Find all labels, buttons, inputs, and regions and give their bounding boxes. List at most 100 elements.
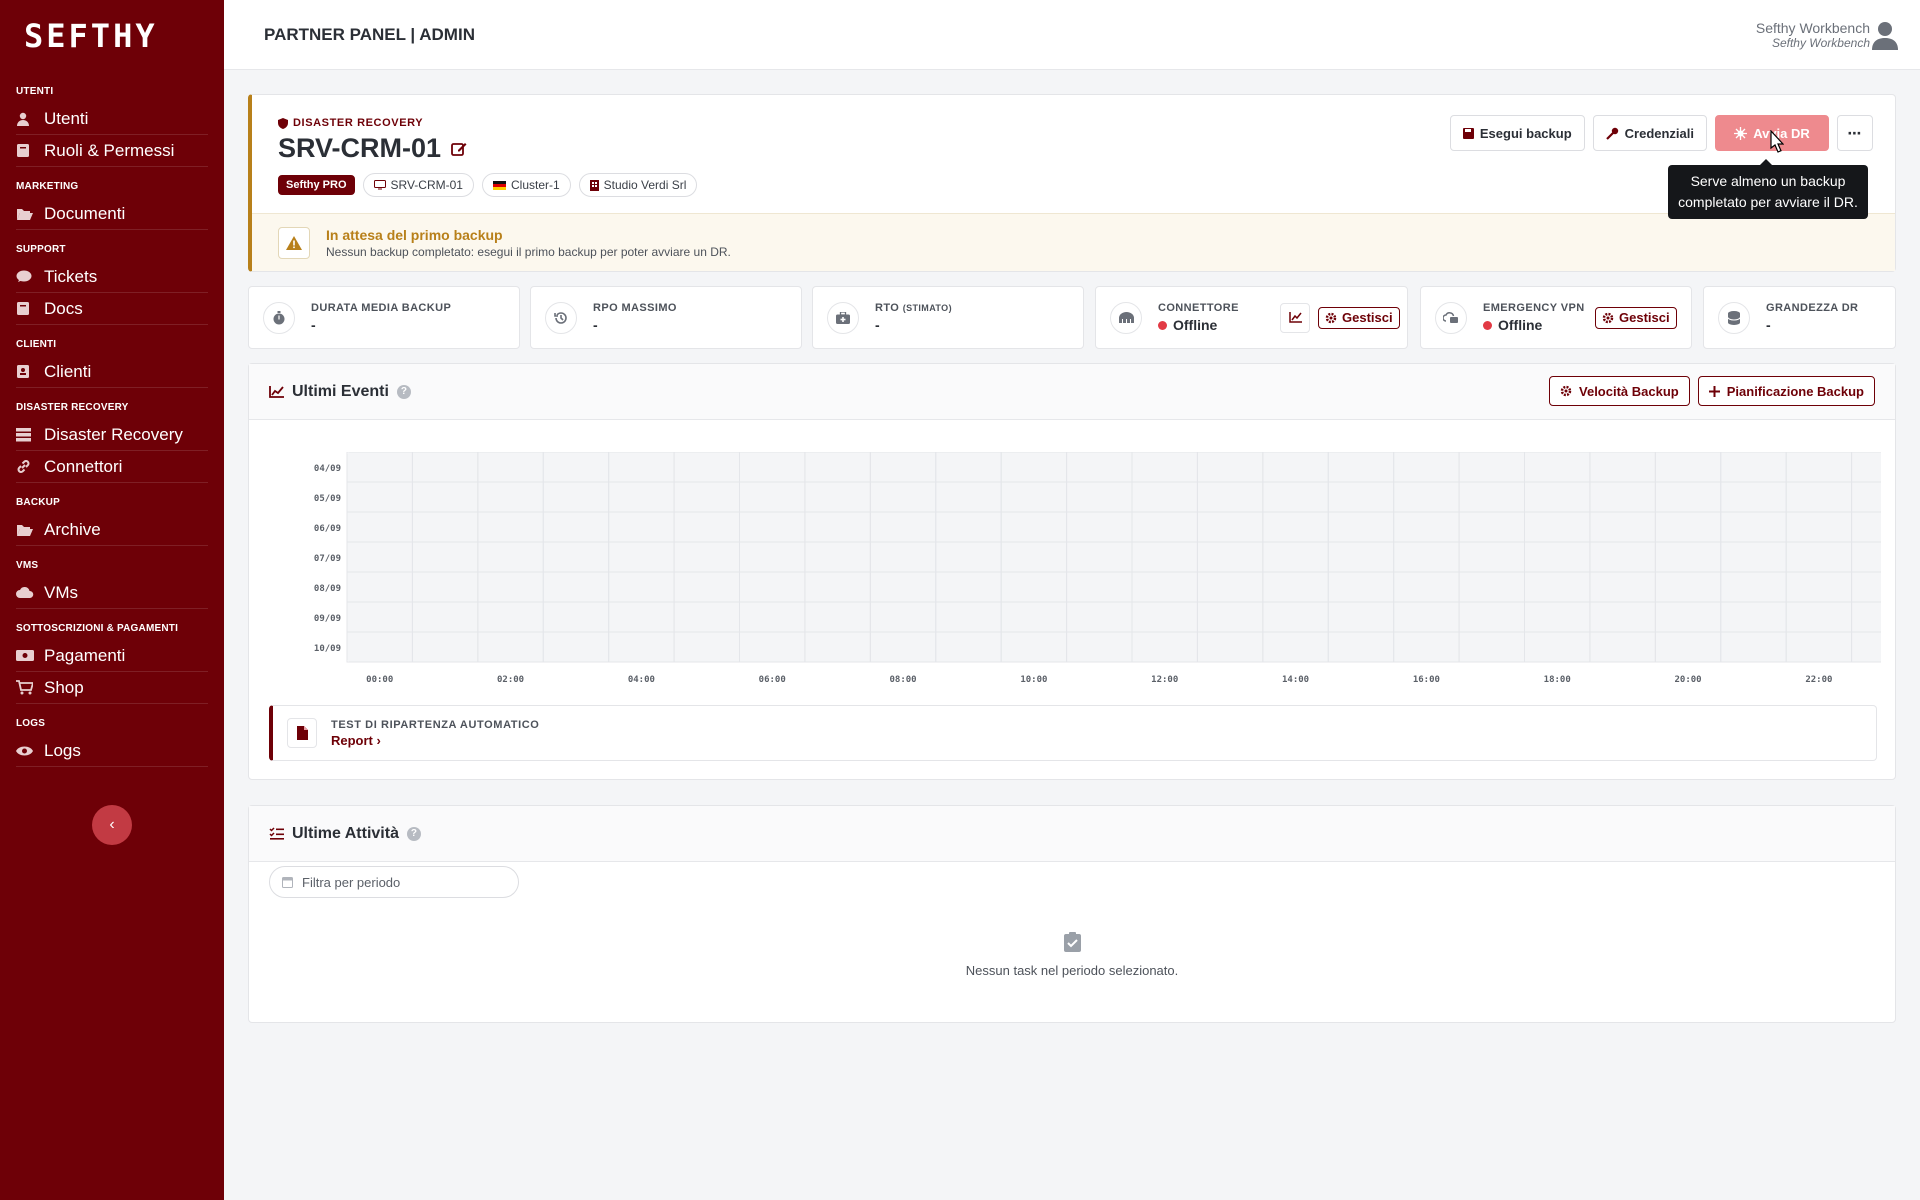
nav-section-title: UTENTI	[16, 86, 54, 97]
sidebar-item-label: Clienti	[44, 361, 92, 381]
sidebar-item-utenti[interactable]: Utenti	[16, 103, 208, 135]
vpn-manage-button[interactable]: Gestisci	[1595, 306, 1677, 329]
sidebar-item-archive[interactable]: Archive	[16, 514, 208, 546]
stat-rto-estimated: RTO (STIMATO) -	[812, 286, 1084, 349]
heatmap-x-tick-label: 12:00	[1151, 675, 1178, 685]
flag-de-icon	[492, 180, 506, 190]
stat-avg-backup-duration: DURATA MEDIA BACKUP -	[248, 286, 520, 349]
sidebar-item-disaster-recovery[interactable]: Disaster Recovery	[16, 419, 208, 451]
link-icon	[16, 459, 44, 474]
monitor-icon	[373, 180, 386, 190]
backup-speed-button[interactable]: Velocità Backup	[1549, 376, 1690, 406]
sidebar-item-label: Shop	[44, 677, 84, 697]
header-actions: Esegui backup Credenziali Avvia DR ⋯	[1449, 115, 1873, 151]
sidebar-item-pagamenti[interactable]: Pagamenti	[16, 640, 208, 672]
connector-chart-button[interactable]	[1280, 302, 1310, 333]
stat-label: EMERGENCY VPN	[1483, 302, 1585, 314]
sidebar-item-shop[interactable]: Shop	[16, 672, 208, 704]
events-title: Ultimi Eventi	[292, 382, 389, 400]
stat-emergency-vpn: EMERGENCY VPN Offline Gestisci	[1420, 286, 1692, 349]
mouse-cursor-icon	[1770, 130, 1784, 153]
money-icon	[16, 649, 44, 662]
key-icon	[1605, 127, 1618, 140]
sidebar-nav: UTENTI Utenti Ruoli & Permessi MARKETING…	[0, 72, 224, 767]
sidebar-item-logs[interactable]: Logs	[16, 735, 208, 767]
nav-section-title: SOTTOSCRIZIONI & PAGAMENTI	[16, 623, 179, 634]
edit-icon[interactable]	[451, 141, 467, 157]
sidebar-collapse-button[interactable]: ‹	[92, 805, 132, 845]
user-menu[interactable]: Sefthy Workbench Sefthy Workbench	[1756, 20, 1870, 50]
gear-icon	[1325, 312, 1337, 323]
sidebar-item-label: Documenti	[44, 203, 126, 223]
calendar-icon	[282, 877, 293, 888]
stat-label: RTO (STIMATO)	[875, 302, 952, 314]
more-options-button[interactable]: ⋯	[1837, 115, 1873, 151]
heatmap-x-tick-label: 06:00	[759, 675, 786, 685]
sidebar-item-clienti[interactable]: Clienti	[16, 356, 208, 388]
heatmap-x-tick-label: 00:00	[366, 675, 393, 685]
credentials-button[interactable]: Credenziali	[1592, 115, 1707, 151]
heatmap-y-tick-label: 06/09	[314, 524, 341, 534]
activities-header: Ultime Attività ?	[249, 806, 1895, 862]
building-icon	[589, 179, 599, 191]
period-filter-input[interactable]: Filtra per periodo	[269, 866, 519, 898]
activities-title: Ultime Attività	[292, 824, 399, 842]
sidebar-item-vms[interactable]: VMs	[16, 577, 208, 609]
folder-open-icon	[16, 523, 44, 537]
page-title: PARTNER PANEL | ADMIN	[264, 24, 475, 44]
sidebar-item-documenti[interactable]: Documenti	[16, 198, 208, 230]
tasks-list-icon	[269, 827, 284, 840]
sidebar-item-ruoli[interactable]: Ruoli & Permessi	[16, 135, 208, 167]
sidebar-item-label: Ruoli & Permessi	[44, 140, 175, 160]
sidebar-item-label: Pagamenti	[44, 645, 126, 665]
avatar[interactable]	[1872, 20, 1898, 50]
stat-rpo-max: RPO MASSIMO -	[530, 286, 802, 349]
dr-header-card: DISASTER RECOVERY SRV-CRM-01 Sefthy PRO …	[248, 94, 1896, 272]
nav-section-title: SUPPORT	[16, 244, 66, 255]
offline-dot-icon	[1483, 320, 1492, 330]
vpn-status: Offline	[1483, 317, 1595, 333]
nav-section-title: BACKUP	[16, 497, 60, 508]
vpn-cloud-icon	[1435, 301, 1467, 334]
auto-restart-test-panel: TEST DI RIPARTENZA AUTOMATICO Report ›	[269, 705, 1877, 761]
nav-section-title: VMS	[16, 560, 39, 571]
heatmap-y-tick-label: 07/09	[314, 554, 341, 564]
sidebar-item-label: Tickets	[44, 266, 98, 286]
logo[interactable]: SEFTHY	[0, 0, 224, 72]
book-icon	[16, 143, 44, 158]
sidebar-item-docs[interactable]: Docs	[16, 293, 208, 325]
heatmap-x-tick-label: 10:00	[1020, 675, 1047, 685]
report-link[interactable]: Report ›	[331, 733, 539, 748]
warning-icon	[278, 226, 310, 259]
database-icon	[1718, 301, 1750, 334]
help-icon[interactable]: ?	[396, 384, 411, 399]
stat-connector: CONNETTORE Offline Gestisci	[1095, 286, 1408, 349]
sidebar-item-label: Logs	[44, 740, 81, 760]
sidebar-item-label: Utenti	[44, 108, 89, 128]
heatmap-background	[347, 452, 1881, 662]
cluster-chip: Cluster-1	[481, 173, 571, 197]
sidebar-item-connettori[interactable]: Connettori	[16, 451, 208, 483]
heatmap-y-tick-label: 10/09	[314, 644, 341, 654]
briefcase-medical-icon	[827, 301, 859, 334]
heatmap-x-tick-label: 20:00	[1674, 675, 1701, 685]
heatmap-x-tick-label: 04:00	[628, 675, 655, 685]
empty-text: Nessun task nel periodo selezionato.	[965, 963, 1179, 978]
heatmap-y-tick-label: 05/09	[314, 494, 341, 504]
help-icon[interactable]: ?	[406, 826, 421, 841]
stat-value: -	[875, 317, 880, 333]
sidebar-item-tickets[interactable]: Tickets	[16, 261, 208, 293]
report-label: TEST DI RIPARTENZA AUTOMATICO	[331, 718, 540, 731]
stat-value: -	[311, 317, 316, 333]
server-name: SRV-CRM-01	[278, 133, 442, 163]
virus-icon	[1734, 126, 1748, 140]
run-backup-button[interactable]: Esegui backup	[1449, 115, 1585, 151]
stat-label: RPO MASSIMO	[593, 302, 677, 314]
heatmap-x-tick-label: 22:00	[1805, 675, 1832, 685]
backup-schedule-button[interactable]: Pianificazione Backup	[1697, 376, 1875, 406]
company-chip: Studio Verdi Srl	[578, 173, 698, 197]
heatmap-y-tick-label: 04/09	[314, 464, 341, 474]
connector-manage-button[interactable]: Gestisci	[1318, 306, 1400, 329]
kicker-label: DISASTER RECOVERY	[293, 117, 424, 129]
offline-dot-icon	[1158, 320, 1167, 330]
